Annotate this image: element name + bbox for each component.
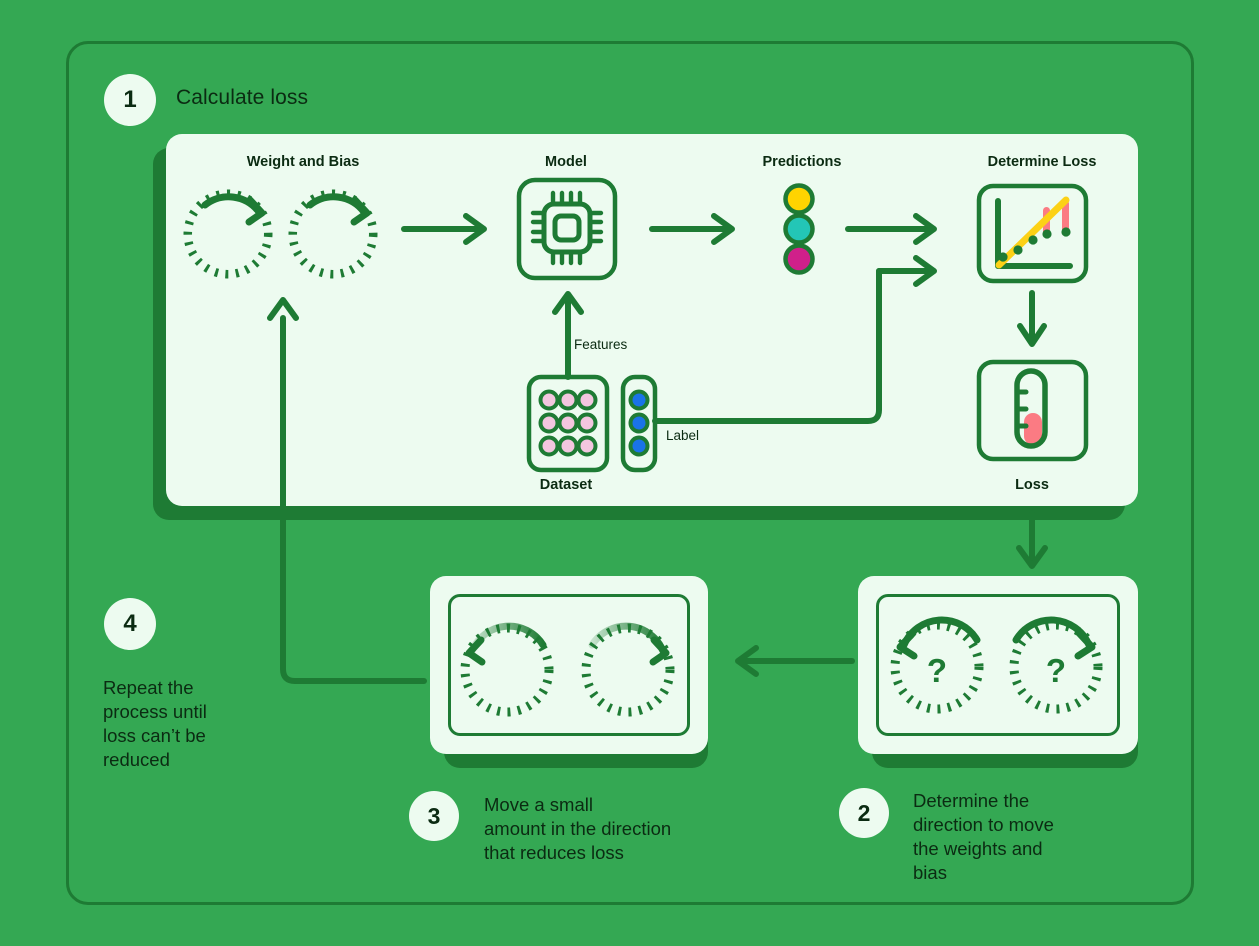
card-2-inner-border (876, 594, 1120, 736)
panel-calculate-loss: Weight and Bias Model Predictions Determ… (166, 134, 1138, 506)
column-title-model: Model (545, 154, 587, 170)
column-title-weight-and-bias: Weight and Bias (246, 154, 360, 170)
step-badge-2: 2 (839, 788, 889, 838)
dataset-label: Dataset (539, 477, 593, 493)
step-badge-4: 4 (104, 598, 156, 650)
step-badge-3: 3 (409, 791, 459, 841)
features-label: Features (574, 337, 628, 352)
step-1-title: Calculate loss (176, 86, 309, 109)
step-3-text: Move a small amount in the direction tha… (484, 794, 672, 863)
step-badge-1: 1 (104, 74, 156, 126)
column-title-determine-loss: Determine Loss (987, 154, 1097, 170)
column-title-predictions: Predictions (762, 154, 842, 170)
step-2-text: Determine the direction to move the weig… (913, 790, 1054, 883)
label-label: Label (666, 428, 700, 443)
step-4-text: Repeat the process until loss can’t be r… (103, 677, 207, 770)
card-3-inner-border (448, 594, 690, 736)
diagram-root: Weight and Bias Model Predictions Determ… (0, 0, 1259, 946)
loss-label: Loss (1015, 477, 1049, 493)
